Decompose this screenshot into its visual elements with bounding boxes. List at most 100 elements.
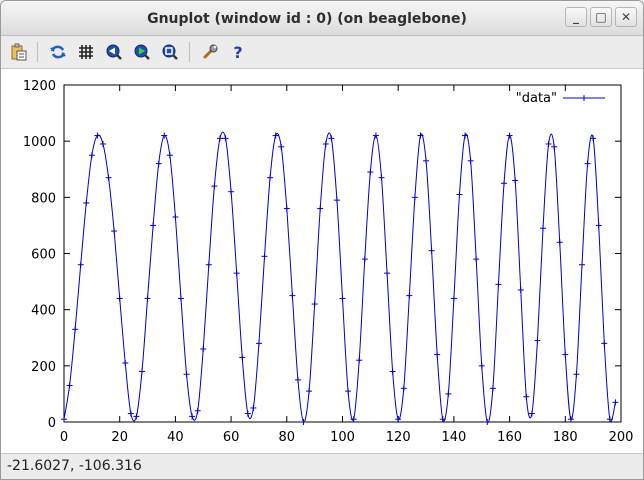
toolbar-separator bbox=[37, 42, 38, 62]
data-point bbox=[445, 390, 452, 397]
data-point bbox=[294, 376, 301, 383]
data-point bbox=[194, 407, 201, 414]
data-point bbox=[61, 416, 67, 423]
data-point bbox=[233, 270, 240, 277]
y-tick-label: 1000 bbox=[23, 135, 56, 150]
data-point bbox=[211, 183, 218, 190]
data-point bbox=[450, 295, 457, 302]
copy-to-clipboard-button[interactable] bbox=[9, 42, 29, 62]
previous-zoom-button[interactable] bbox=[104, 42, 124, 62]
data-point bbox=[423, 157, 430, 164]
minimize-icon: _ bbox=[573, 10, 579, 24]
toolbar: ? bbox=[1, 36, 643, 69]
y-tick-label: 1200 bbox=[23, 79, 56, 94]
data-point bbox=[356, 357, 363, 364]
next-zoom-icon bbox=[134, 44, 150, 60]
data-point bbox=[606, 416, 613, 423]
data-point bbox=[205, 261, 212, 268]
data-point bbox=[127, 410, 134, 417]
data-point bbox=[384, 270, 391, 277]
data-point bbox=[177, 295, 184, 302]
help-icon: ? bbox=[233, 43, 242, 61]
help-button[interactable]: ? bbox=[228, 42, 248, 62]
data-point bbox=[573, 371, 580, 378]
data-point bbox=[489, 385, 496, 392]
data-point bbox=[155, 160, 162, 167]
x-tick-label: 60 bbox=[223, 430, 240, 445]
data-point bbox=[150, 222, 157, 229]
data-point bbox=[400, 385, 407, 392]
data-point bbox=[99, 140, 106, 147]
data-point bbox=[216, 135, 223, 142]
data-point bbox=[584, 160, 591, 167]
data-point bbox=[523, 393, 530, 400]
data-point bbox=[501, 180, 508, 187]
data-point bbox=[367, 169, 374, 176]
autoscale-button[interactable] bbox=[160, 42, 180, 62]
data-point bbox=[517, 287, 524, 294]
window-title: Gnuplot (window id : 0) (on beaglebone) bbox=[147, 11, 467, 27]
data-point bbox=[595, 222, 602, 229]
data-point bbox=[138, 368, 145, 375]
x-tick-label: 180 bbox=[553, 430, 578, 445]
minimize-button[interactable]: _ bbox=[565, 7, 587, 27]
grid-button[interactable] bbox=[76, 42, 96, 62]
autoscale-icon bbox=[162, 44, 178, 60]
data-point bbox=[339, 295, 346, 302]
data-point bbox=[222, 135, 229, 142]
line-chart: 0 20 40 60 80 100 120 140 160 180 200 0 200 400 600 800… bbox=[23, 79, 634, 445]
data-point bbox=[506, 132, 513, 139]
data-point bbox=[372, 132, 379, 139]
data-point bbox=[200, 345, 207, 352]
data-point bbox=[467, 157, 474, 164]
close-button[interactable]: ✕ bbox=[615, 7, 637, 27]
data-point bbox=[77, 261, 84, 268]
maximize-button[interactable]: □ bbox=[590, 7, 612, 27]
data-point bbox=[534, 337, 541, 344]
plot-canvas[interactable]: 0 20 40 60 80 100 120 140 160 180 200 0 200 400 600 800… bbox=[1, 69, 643, 453]
title-bar[interactable]: Gnuplot (window id : 0) (on beaglebone) … bbox=[1, 1, 643, 36]
data-point bbox=[528, 410, 535, 417]
y-tick-label: 200 bbox=[31, 360, 56, 375]
data-point bbox=[94, 132, 101, 139]
data-point bbox=[166, 152, 173, 159]
gnuplot-window: Gnuplot (window id : 0) (on beaglebone) … bbox=[0, 0, 644, 480]
data-point bbox=[540, 225, 547, 232]
data-point bbox=[111, 228, 118, 235]
data-point bbox=[66, 382, 73, 389]
data-point bbox=[512, 177, 519, 184]
data-point bbox=[406, 292, 413, 299]
data-point bbox=[428, 247, 435, 254]
x-tick-label: 80 bbox=[279, 430, 296, 445]
maximize-icon: □ bbox=[595, 10, 607, 24]
data-point bbox=[267, 174, 274, 181]
data-point bbox=[545, 140, 552, 147]
data-point bbox=[411, 194, 418, 201]
data-point bbox=[133, 413, 140, 420]
data-point bbox=[116, 295, 123, 302]
legend-label: "data" bbox=[516, 91, 557, 106]
data-point bbox=[311, 301, 318, 308]
data-point bbox=[72, 326, 79, 333]
data-point bbox=[473, 256, 480, 263]
x-tick-label: 20 bbox=[111, 430, 128, 445]
previous-zoom-icon bbox=[106, 44, 122, 60]
data-point bbox=[283, 205, 290, 212]
next-zoom-button[interactable] bbox=[132, 42, 152, 62]
replot-button[interactable] bbox=[48, 42, 68, 62]
data-point bbox=[462, 132, 469, 139]
data-point bbox=[495, 281, 502, 288]
x-tick-label: 0 bbox=[60, 430, 68, 445]
data-point bbox=[278, 143, 285, 150]
series-line bbox=[63, 131, 616, 424]
data-point bbox=[189, 413, 196, 420]
data-point bbox=[601, 340, 608, 347]
data-point bbox=[250, 404, 257, 411]
preferences-button[interactable] bbox=[200, 42, 220, 62]
svg-text:?: ? bbox=[233, 43, 242, 61]
mouse-coordinates-readout: -21.6027, -106.316 bbox=[7, 458, 142, 474]
data-point bbox=[434, 351, 441, 358]
x-tick-label: 200 bbox=[609, 430, 634, 445]
data-point bbox=[439, 416, 446, 423]
data-point bbox=[345, 388, 352, 395]
